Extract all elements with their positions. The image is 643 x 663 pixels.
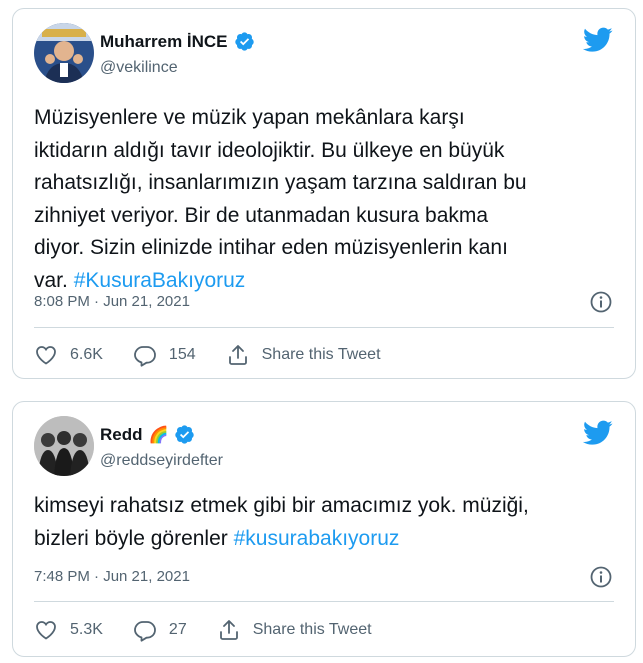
hashtag-link[interactable]: #KusuraBakıyoruz: [74, 269, 246, 292]
action-bar: 6.6K 154 Share this Tweet: [34, 343, 411, 367]
like-button[interactable]: 5.3K: [34, 618, 103, 642]
share-button[interactable]: Share this Tweet: [217, 618, 372, 642]
reply-button[interactable]: 27: [133, 618, 187, 642]
tweet-text: kimseyi rahatsız etmek gibi bir amacımız…: [34, 490, 622, 555]
avatar[interactable]: [34, 23, 94, 83]
heart-icon: [36, 346, 56, 365]
tweet-body: Müzisyenlere ve müzik yapan mekânlara ka…: [34, 106, 527, 292]
share-button[interactable]: Share this Tweet: [226, 343, 381, 367]
reply-count: 154: [168, 346, 196, 363]
share-label: Share this Tweet: [252, 621, 372, 638]
share-icon: [219, 620, 238, 640]
share-label: Share this Tweet: [261, 346, 381, 363]
handle[interactable]: @vekilince: [100, 59, 178, 77]
like-count: 6.6K: [70, 346, 103, 363]
tweet-text: Müzisyenlere ve müzik yapan mekânlara ka…: [34, 102, 622, 297]
tweet-card[interactable]: Muharrem İNCE @vekilince Müzisyenlere ve…: [12, 8, 636, 379]
twitter-bird-icon[interactable]: [583, 27, 613, 53]
timestamp[interactable]: 7:48 PM · Jun 21, 2021: [34, 568, 190, 585]
reply-count: 27: [168, 621, 187, 638]
display-name[interactable]: Muharrem İNCE: [100, 32, 228, 52]
reply-button[interactable]: 154: [133, 343, 196, 367]
handle[interactable]: @reddseyirdefter: [100, 452, 223, 470]
info-icon[interactable]: [589, 565, 613, 589]
reply-icon: [134, 346, 156, 367]
twitter-bird-icon[interactable]: [583, 420, 613, 446]
rainbow-emoji: 🌈: [148, 426, 169, 444]
tweet-card[interactable]: Redd 🌈 @reddseyirdefter kimseyi rahatsız…: [12, 401, 636, 657]
reply-icon: [134, 621, 156, 642]
divider: [34, 601, 614, 602]
action-bar: 5.3K 27 Share this Tweet: [34, 618, 402, 642]
hashtag-link[interactable]: #kusurabakıyoruz: [234, 527, 400, 550]
verified-badge-icon: [175, 425, 195, 444]
like-count: 5.3K: [70, 621, 103, 638]
like-button[interactable]: 6.6K: [34, 343, 103, 367]
timestamp[interactable]: 8:08 PM · Jun 21, 2021: [34, 293, 190, 310]
verified-badge-icon: [234, 32, 254, 51]
info-icon[interactable]: [589, 290, 613, 314]
display-name[interactable]: Redd: [100, 425, 143, 445]
share-icon: [228, 345, 247, 365]
divider: [34, 327, 614, 328]
heart-icon: [36, 621, 56, 640]
avatar[interactable]: [34, 416, 94, 476]
